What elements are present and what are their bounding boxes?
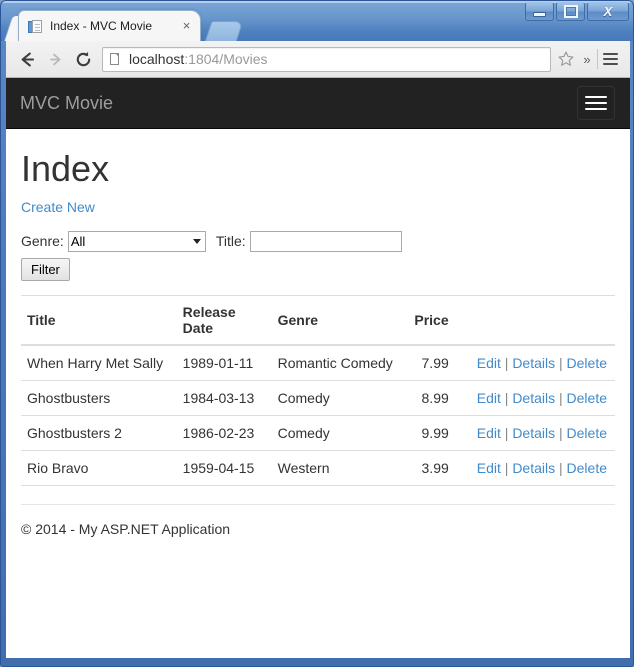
cell-title: Ghostbusters [21,379,177,416]
forward-button [41,45,69,73]
cell-price: 8.99 [408,379,471,416]
cell-genre: Comedy [271,414,409,451]
cell-release-date: 1959-04-15 [176,449,272,486]
cell-release-date: 1984-03-13 [176,379,272,416]
action-separator: | [504,389,509,406]
details-link[interactable]: Details [512,460,555,476]
browser-window: Index - MVC Movie × X localhost:1804/Mov… [0,0,634,667]
cell-title: Ghostbusters 2 [21,414,177,451]
cell-actions: Edit | Details | Delete [470,414,615,451]
edit-link[interactable]: Edit [477,355,501,371]
minimize-button[interactable] [525,2,554,21]
close-icon: X [603,4,613,19]
action-separator: | [504,459,509,476]
chrome-menu-icon[interactable] [598,47,623,71]
browser-tab[interactable]: Index - MVC Movie × [18,10,201,41]
edit-link[interactable]: Edit [477,390,501,406]
close-button[interactable]: X [587,2,629,21]
tab-close-icon[interactable]: × [179,18,194,34]
tab-title: Index - MVC Movie [50,19,153,33]
cell-genre: Comedy [271,379,409,416]
bookmark-star-icon[interactable] [555,48,577,70]
action-separator: | [559,459,563,476]
filter-button[interactable] [21,257,70,281]
overflow-chevron-icon[interactable]: » [577,52,597,67]
footer-divider [21,503,615,505]
column-header-actions [470,294,615,346]
cell-actions: Edit | Details | Delete [470,449,615,486]
genre-select[interactable]: All [67,230,206,252]
table-row: When Harry Met Sally 1989-01-11 Romantic… [21,344,615,381]
table-body: When Harry Met Sally 1989-01-11 Romantic… [21,344,615,486]
table-row: Ghostbusters 2 1986-02-23 Comedy 9.99 Ed… [21,414,615,451]
title-input[interactable] [249,230,402,252]
edit-link[interactable]: Edit [477,460,501,476]
title-bar: Index - MVC Movie × X [1,1,633,41]
action-separator: | [559,389,563,406]
navbar-brand[interactable]: MVC Movie [20,78,113,128]
page-container: Index Create New Genre: All Title: Filte… [6,149,630,537]
reload-button[interactable] [69,45,97,73]
column-header-price: Price [408,294,471,346]
cell-title: When Harry Met Sally [21,344,177,381]
column-header-release-date: Release Date [176,294,272,346]
hamburger-menu-icon[interactable] [577,86,615,120]
table-header-row: Title Release Date Genre Price [21,294,615,346]
page-info-icon [108,52,122,67]
cell-price: 9.99 [408,414,471,451]
cell-genre: Western [271,449,409,486]
action-separator: | [504,354,509,371]
table-row: Ghostbusters 1984-03-13 Comedy 8.99 Edit… [21,379,615,416]
cell-price: 3.99 [408,449,471,486]
delete-link[interactable]: Delete [567,425,607,441]
column-header-title: Title [21,294,177,346]
footer-text: © 2014 - My ASP.NET Application [21,520,231,537]
action-separator: | [504,424,509,441]
cell-actions: Edit | Details | Delete [470,344,615,381]
url-text: localhost:1804/Movies [129,51,268,67]
create-new-link[interactable]: Create New [21,199,95,215]
table-row: Rio Bravo 1959-04-15 Western 3.99 Edit |… [21,449,615,486]
browser-toolbar: localhost:1804/Movies » [6,41,630,78]
delete-link[interactable]: Delete [567,355,607,371]
delete-link[interactable]: Delete [567,460,607,476]
title-label: Title: [215,233,246,250]
action-separator: | [559,354,563,371]
window-controls: X [525,2,629,21]
genre-select-wrap: All [67,230,206,252]
cell-release-date: 1986-02-23 [176,414,272,451]
details-link[interactable]: Details [512,425,555,441]
cell-genre: Romantic Comedy [271,344,409,381]
cell-price: 7.99 [408,344,471,381]
favicon-page-icon [28,19,43,34]
action-separator: | [559,424,563,441]
details-link[interactable]: Details [512,355,555,371]
maximize-button[interactable] [556,2,585,21]
filter-form: Genre: All Title: [21,230,615,281]
site-navbar: MVC Movie [6,78,630,129]
create-new-row: Create New [21,199,615,217]
genre-label: Genre: [21,233,64,250]
back-button[interactable] [13,45,41,73]
page-viewport: MVC Movie Index Create New Genre: All Ti [6,78,630,658]
delete-link[interactable]: Delete [567,390,607,406]
url-host: localhost [129,51,185,67]
edit-link[interactable]: Edit [477,425,501,441]
cell-release-date: 1989-01-11 [176,344,272,381]
page-title: Index [21,148,110,189]
column-header-genre: Genre [271,294,409,346]
filter-line: Genre: All Title: [21,230,615,252]
address-bar[interactable]: localhost:1804/Movies [102,46,551,72]
cell-title: Rio Bravo [21,449,177,486]
new-tab-button[interactable] [204,21,244,41]
filter-submit-row [21,257,615,281]
movies-table: Title Release Date Genre Price When Harr… [21,294,615,486]
details-link[interactable]: Details [512,390,555,406]
cell-actions: Edit | Details | Delete [470,379,615,416]
table-head: Title Release Date Genre Price [21,294,615,346]
url-path: :1804/Movies [184,51,268,67]
